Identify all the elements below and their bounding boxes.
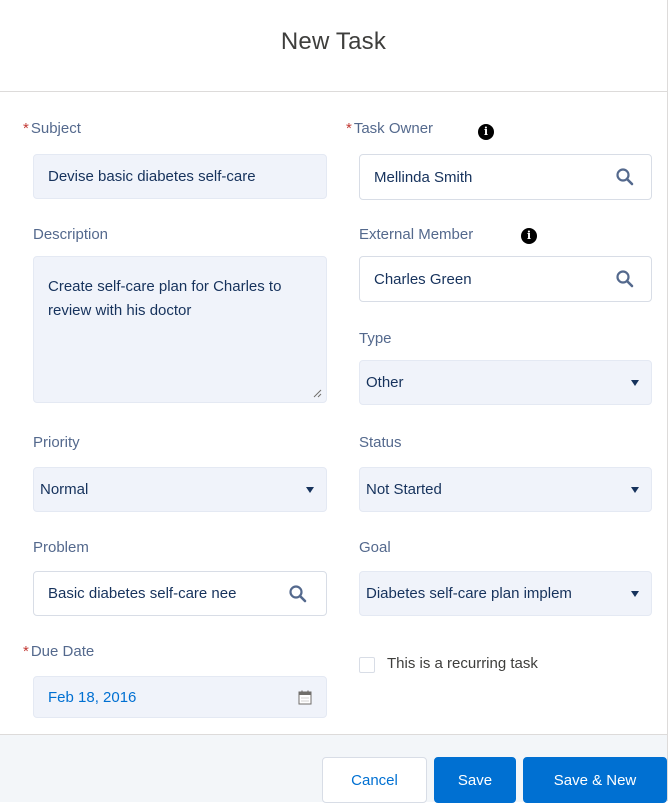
- priority-select[interactable]: Normal: [33, 467, 327, 512]
- goal-select[interactable]: Diabetes self-care plan implem: [359, 571, 652, 616]
- save-and-new-button[interactable]: Save & New: [523, 757, 667, 803]
- subject-label: * Subject: [23, 120, 81, 137]
- modal-title: New Task: [280, 28, 387, 55]
- search-icon[interactable]: [288, 584, 308, 604]
- new-task-modal: New Task * Subject Devise basic diabetes …: [0, 0, 668, 803]
- type-label: Type: [359, 330, 392, 347]
- resize-handle-icon[interactable]: [312, 388, 322, 398]
- required-indicator: *: [23, 643, 29, 660]
- cancel-button[interactable]: Cancel: [322, 757, 427, 803]
- task-owner-lookup[interactable]: Mellinda Smith: [359, 154, 652, 200]
- calendar-icon[interactable]: [298, 690, 312, 705]
- task-owner-label: * Task Owner: [346, 120, 434, 137]
- chevron-down-icon: [631, 379, 639, 386]
- chevron-down-icon: [306, 486, 314, 493]
- recurring-label: This is a recurring task: [387, 655, 538, 672]
- problem-lookup[interactable]: Basic diabetes self-care nee: [33, 571, 327, 616]
- status-select[interactable]: Not Started: [359, 467, 652, 512]
- modal-header: New Task: [0, 0, 667, 92]
- chevron-down-icon: [631, 590, 639, 597]
- save-button[interactable]: Save: [434, 757, 516, 803]
- recurring-checkbox[interactable]: [359, 657, 375, 673]
- type-select[interactable]: Other: [359, 360, 652, 405]
- external-member-info-icon[interactable]: i: [521, 228, 537, 244]
- description-label: Description: [33, 226, 109, 243]
- problem-label: Problem: [33, 539, 89, 556]
- external-member-label: External Member: [359, 226, 474, 243]
- modal-footer: Cancel Save Save & New: [0, 734, 667, 803]
- priority-label: Priority: [33, 434, 80, 451]
- due-date-label: * Due Date: [23, 643, 95, 660]
- status-label: Status: [359, 434, 402, 451]
- subject-input[interactable]: Devise basic diabetes self-care: [33, 154, 327, 199]
- required-indicator: *: [23, 120, 29, 137]
- search-icon[interactable]: [615, 167, 635, 187]
- due-date-input[interactable]: Feb 18, 2016: [33, 676, 327, 718]
- description-textarea[interactable]: Create self-care plan for Charles to rev…: [33, 256, 327, 403]
- chevron-down-icon: [631, 486, 639, 493]
- task-owner-info-icon[interactable]: i: [478, 124, 494, 140]
- required-indicator: *: [346, 120, 352, 137]
- search-icon[interactable]: [615, 269, 635, 289]
- goal-label: Goal: [359, 539, 391, 556]
- external-member-lookup[interactable]: Charles Green: [359, 256, 652, 302]
